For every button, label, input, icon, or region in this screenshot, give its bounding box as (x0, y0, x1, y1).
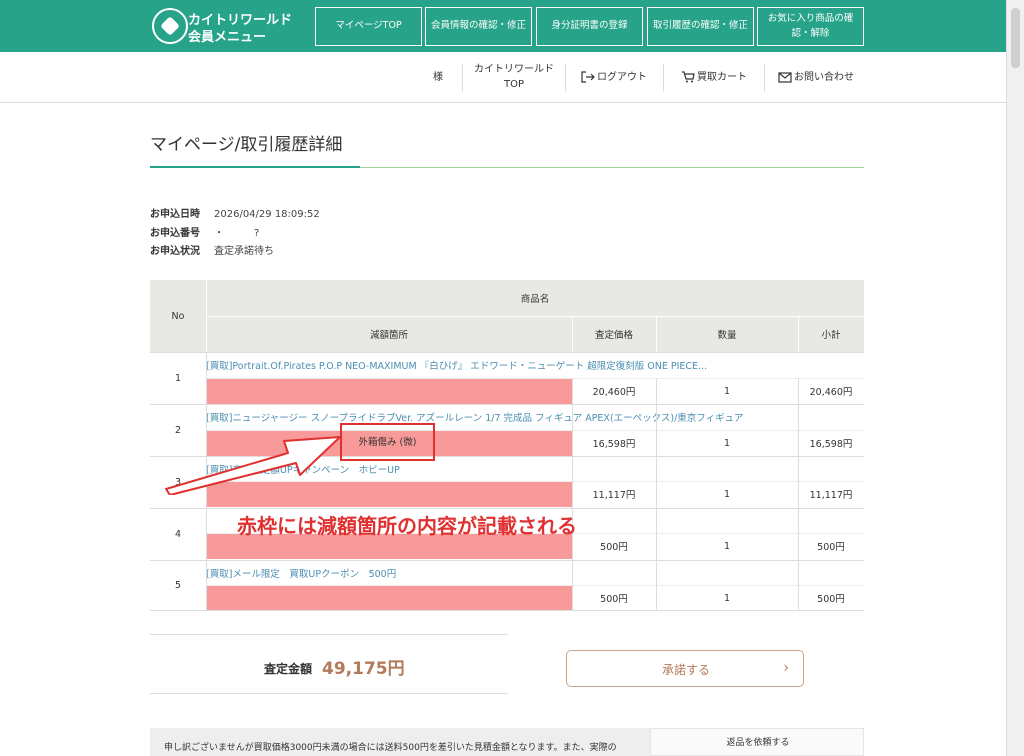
cart-icon (682, 71, 695, 83)
info-status-label: お申込状況 (150, 246, 200, 257)
nav-trade-history[interactable]: 取引履歴の確認・修正 (647, 7, 754, 46)
subtotal-cell: 16,598円 (809, 439, 853, 450)
contact-link[interactable]: お問い合わせ (770, 52, 862, 102)
site-top-link[interactable]: カイトリワールド TOP (466, 52, 562, 102)
highlight-frame (340, 423, 435, 461)
scrollbar[interactable] (1006, 0, 1024, 756)
nav-mypage-top[interactable]: マイページTOP (315, 7, 422, 46)
chevron-right-icon: › (783, 660, 789, 676)
deduction-cell (206, 585, 572, 611)
scrollbar-thumb[interactable] (1011, 8, 1020, 68)
cart-label: 買取カート (697, 71, 747, 83)
qty-cell: 1 (723, 437, 731, 449)
nav-member-info[interactable]: 会員情報の確認・修正 (425, 7, 532, 46)
header-no: No (150, 280, 206, 352)
deduction-cell (206, 378, 572, 404)
mail-icon (778, 71, 792, 83)
divider (764, 64, 765, 92)
user-name: 様 (433, 71, 443, 83)
info-status-value: 査定承諾待ち (214, 246, 274, 257)
info-number-row: お申込番号 ・ ? (150, 224, 259, 239)
info-number-label: お申込番号 (150, 228, 200, 239)
divider (663, 64, 664, 92)
notice-box: 申し訳ございませんが買取価格3000円未満の場合には送料500円を差引いた見積金… (150, 728, 650, 756)
logo-subtitle: 会員メニュー (188, 30, 267, 45)
header-price: 査定価格 (572, 316, 656, 352)
header-product: 商品名 (206, 280, 864, 316)
accept-button[interactable]: 承諾する › (566, 650, 804, 687)
price-cell: 500円 (600, 542, 628, 553)
divider (462, 64, 463, 92)
qty-cell: 1 (723, 488, 731, 500)
subtotal-cell: 20,460円 (809, 387, 853, 398)
cart-link[interactable]: 買取カート (672, 52, 756, 102)
annotation-arrow-icon (165, 436, 341, 495)
qty-cell: 1 (723, 540, 731, 552)
info-status-row: お申込状況 査定承諾待ち (150, 242, 274, 257)
title-underline-accent (150, 166, 360, 168)
qty-cell: 1 (723, 592, 731, 604)
info-date-row: お申込日時 2026/04/29 18:09:52 (150, 205, 320, 220)
logo-badge-icon (152, 8, 188, 44)
row-no: 5 (174, 579, 182, 591)
product-link[interactable]: [買取]Portrait.Of.Pirates P.O.P NEO-MAXIMU… (206, 358, 806, 372)
row-no: 4 (174, 528, 182, 540)
notice-text: 申し訳ございませんが買取価格3000円未満の場合には送料500円を差引いた見積金… (164, 743, 617, 753)
accept-label: 承諾する (661, 663, 710, 677)
product-link[interactable]: [買取]ニュージャージー スノープライドラブVer. アズールレーン 1/7 完… (206, 410, 806, 424)
sub-navigation: 様 カイトリワールド TOP ログアウト 買取カート お問い合わせ (0, 52, 1006, 103)
logout-icon (581, 71, 595, 83)
nav-id-register[interactable]: 身分証明書の登録 (536, 7, 643, 46)
info-date-value: 2026/04/29 18:09:52 (214, 209, 320, 220)
logout-label: ログアウト (597, 71, 647, 83)
return-request-button[interactable]: 返品を依頼する (650, 728, 864, 756)
row-no: 1 (174, 372, 182, 384)
subtotal-cell: 500円 (817, 542, 845, 553)
price-cell: 11,117円 (592, 490, 636, 501)
logout-link[interactable]: ログアウト (572, 52, 656, 102)
total-label: 査定金額 (264, 662, 313, 676)
return-request-label: 返品を依頼する (726, 738, 790, 748)
price-cell: 16,598円 (592, 439, 636, 450)
product-link[interactable]: [買取]メール限定 買取UPクーポン 500円 (206, 566, 806, 580)
header-bar: カイトリワールド 会員メニュー マイページTOP 会員情報の確認・修正 身分証明… (0, 0, 1024, 52)
header-subtotal: 小計 (798, 316, 864, 352)
subtotal-cell: 11,117円 (809, 490, 853, 501)
price-cell: 500円 (600, 594, 628, 605)
page-title: マイページ/取引履歴詳細 (150, 135, 343, 155)
nav-favorites[interactable]: お気に入り商品の確認・解除 (757, 7, 864, 46)
contact-label: お問い合わせ (794, 71, 854, 83)
price-cell: 20,460円 (592, 387, 636, 398)
total-value: 49,175円 (322, 659, 405, 679)
site-logo[interactable]: カイトリワールド 会員メニュー (152, 8, 292, 46)
info-number-value: ・ ? (214, 228, 260, 239)
subtotal-cell: 500円 (817, 594, 845, 605)
header-deduction: 減額箇所 (206, 316, 572, 352)
info-date-label: お申込日時 (150, 209, 200, 220)
divider (565, 64, 566, 92)
qty-cell: 1 (723, 385, 731, 397)
annotation-caption: 赤枠には減額箇所の内容が記載される (237, 514, 577, 538)
header-qty: 数量 (656, 316, 798, 352)
